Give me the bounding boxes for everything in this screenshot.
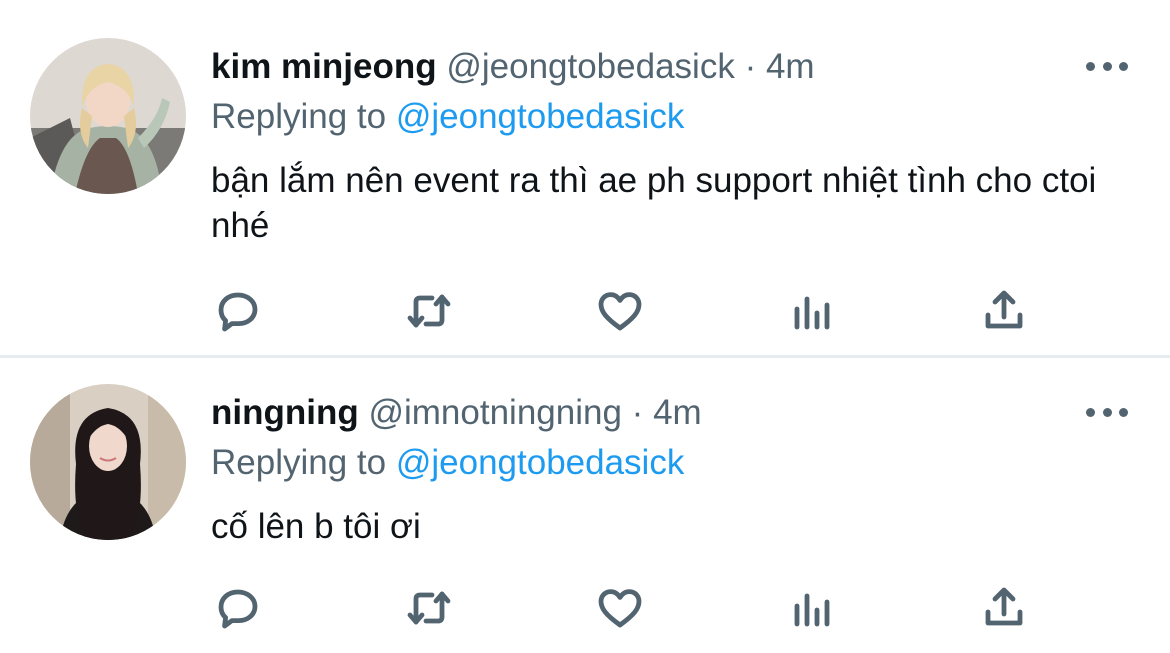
more-dot (1102, 407, 1112, 417)
timestamp[interactable]: 4m (766, 47, 815, 86)
retweet-button[interactable] (399, 578, 459, 638)
like-icon (598, 292, 642, 331)
avatar[interactable] (30, 384, 186, 540)
more-dot (1086, 61, 1095, 71)
separator-dot: · (631, 393, 644, 432)
retweet-button[interactable] (399, 281, 459, 341)
retweet-icon (407, 294, 451, 328)
avatar[interactable] (30, 38, 186, 194)
replying-prefix: Replying to (211, 443, 387, 482)
user-handle[interactable]: @imnotningning (368, 393, 621, 432)
replying-to-link[interactable]: @jeongtobedasick (396, 97, 685, 136)
tweet-header: kim minjeong @jeongtobedasick · 4m (211, 47, 815, 87)
replying-to-link[interactable]: @jeongtobedasick (396, 443, 685, 482)
share-icon (985, 587, 1023, 626)
reply-button[interactable] (208, 281, 268, 341)
replying-to-line: Replying to @jeongtobedasick (211, 443, 684, 483)
more-dot (1119, 61, 1128, 71)
share-icon (985, 290, 1023, 329)
timestamp[interactable]: 4m (653, 393, 702, 432)
like-button[interactable] (590, 281, 650, 341)
user-handle[interactable]: @jeongtobedasick (446, 47, 735, 86)
analytics-button[interactable] (783, 578, 843, 638)
tweet[interactable]: kim minjeong @jeongtobedasick · 4m Reply… (0, 0, 1170, 356)
analytics-icon (794, 296, 830, 330)
reply-icon (218, 589, 258, 629)
more-dots-icon[interactable] (1086, 56, 1128, 76)
share-button[interactable] (974, 578, 1034, 638)
analytics-icon (794, 593, 830, 627)
analytics-button[interactable] (783, 281, 843, 341)
separator-dot: · (744, 47, 757, 86)
share-button[interactable] (974, 281, 1034, 341)
more-dot (1102, 61, 1112, 71)
tweet-actions (0, 578, 1170, 638)
tweet-text: cố lên b tôi ơi (211, 507, 421, 546)
retweet-icon (407, 591, 451, 625)
reply-button[interactable] (208, 578, 268, 638)
more-dot (1086, 407, 1095, 417)
tweet-actions (0, 281, 1170, 341)
replying-prefix: Replying to (211, 97, 387, 136)
more-dot (1119, 407, 1128, 417)
tweet[interactable]: ningning @imnotningning · 4m Replying to… (0, 358, 1170, 653)
like-button[interactable] (590, 578, 650, 638)
reply-icon (218, 292, 258, 332)
replying-to-line: Replying to @jeongtobedasick (211, 97, 684, 137)
tweet-header: ningning @imnotningning · 4m (211, 393, 702, 433)
like-icon (598, 589, 642, 628)
display-name[interactable]: kim minjeong (211, 47, 437, 86)
display-name[interactable]: ningning (211, 393, 359, 432)
more-dots-icon[interactable] (1086, 402, 1128, 422)
tweet-text: bận lắm nên event ra thì ae ph support n… (211, 161, 1097, 245)
